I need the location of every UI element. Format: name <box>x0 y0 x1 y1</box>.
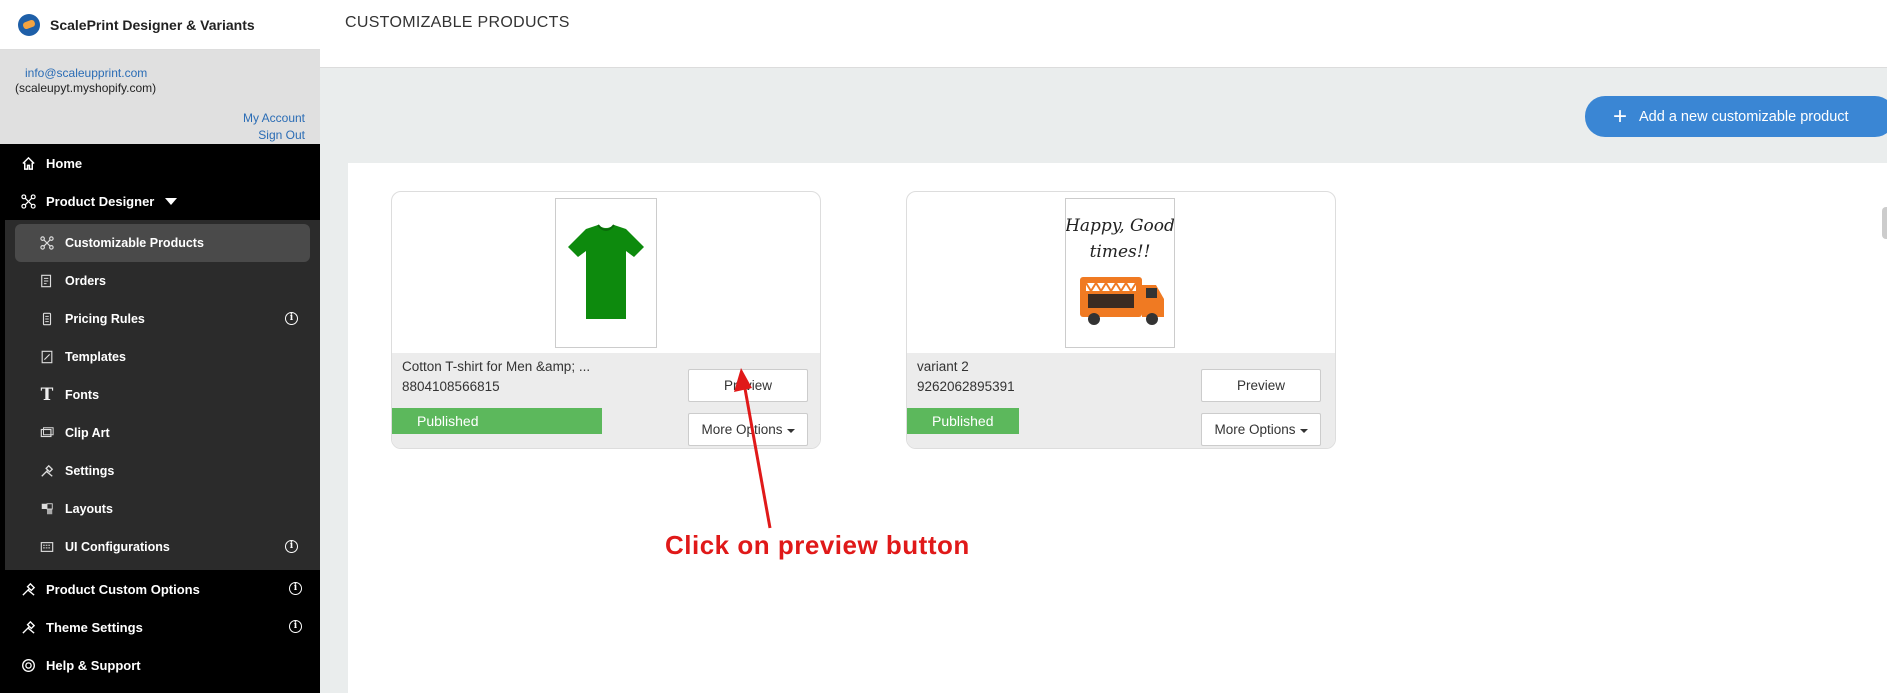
main-area: CUSTOMIZABLE PRODUCTS + Add a new custom… <box>320 0 1887 693</box>
tools-icon <box>20 581 36 597</box>
preview-button[interactable]: Preview <box>1201 369 1321 402</box>
caret-down-icon <box>786 428 795 433</box>
card-footer: Cotton T-shirt for Men &amp; ... 8804108… <box>392 353 820 448</box>
product-sku: 8804108566815 <box>402 379 500 394</box>
product-designer-submenu: Customizable Products Orders Pricing Rul… <box>5 220 320 570</box>
layouts-icon <box>39 501 55 517</box>
nav-item-theme-settings[interactable]: Theme Settings i <box>0 608 320 646</box>
nav-label: Product Designer <box>46 193 155 209</box>
add-customizable-product-button[interactable]: + Add a new customizable product <box>1585 96 1887 137</box>
tshirt-image <box>568 224 644 319</box>
tools-icon <box>20 619 36 635</box>
page-header: CUSTOMIZABLE PRODUCTS <box>320 0 1887 68</box>
sidebar-item-orders[interactable]: Orders <box>15 262 310 300</box>
product-thumbnail[interactable] <box>555 198 657 348</box>
image-text-line1: Happy, Good <box>1066 216 1174 236</box>
annotation-text: Click on preview button <box>665 530 970 560</box>
clip-art-icon <box>39 425 55 441</box>
products-panel: Cotton T-shirt for Men &amp; ... 8804108… <box>348 163 1887 693</box>
designer-icon <box>20 193 36 209</box>
sign-out-link[interactable]: Sign Out <box>258 128 305 142</box>
account-shop: (scaleupyt.myshopify.com) <box>15 81 157 95</box>
sidebar-item-clip-art[interactable]: Clip Art <box>15 414 310 452</box>
sidebar: ScalePrint Designer & Variants info@scal… <box>0 0 320 693</box>
sub-label: Templates <box>65 350 126 364</box>
templates-icon <box>39 349 55 365</box>
orders-icon <box>39 273 55 289</box>
sidebar-item-ui-configurations[interactable]: UI Configurations i <box>15 528 310 566</box>
product-thumbnail[interactable]: Happy, Good times!! <box>1064 198 1175 348</box>
nav-label: Product Custom Options <box>46 581 200 597</box>
tools-icon <box>39 463 55 479</box>
product-name: variant 2 <box>917 359 969 374</box>
nav-label: Home <box>46 155 83 171</box>
info-icon[interactable]: i <box>289 620 302 633</box>
more-options-button[interactable]: More Options <box>1201 413 1321 446</box>
ui-config-icon <box>39 539 55 555</box>
nav-label: Theme Settings <box>46 619 143 635</box>
sidebar-item-templates[interactable]: Templates <box>15 338 310 376</box>
image-text-line2: times!! <box>1090 242 1151 262</box>
caret-down-icon <box>1299 428 1308 433</box>
font-icon: T <box>40 385 54 405</box>
sidebar-item-pricing-rules[interactable]: Pricing Rules i <box>15 300 310 338</box>
sidebar-nav: Home Product Designer Customizable Produ… <box>0 144 320 684</box>
designer-icon <box>39 235 55 251</box>
product-sku: 9262062895391 <box>917 379 1015 394</box>
nav-item-product-designer[interactable]: Product Designer <box>0 182 320 220</box>
sub-label: Layouts <box>65 502 113 516</box>
sub-label: Pricing Rules <box>65 312 145 326</box>
nav-item-help-support[interactable]: Help & Support <box>0 646 320 684</box>
more-options-label: More Options <box>1214 422 1296 437</box>
nav-item-product-custom-options[interactable]: Product Custom Options i <box>0 570 320 608</box>
more-options-button[interactable]: More Options <box>688 413 808 446</box>
nav-item-home[interactable]: Home <box>0 144 320 182</box>
card-footer: variant 2 9262062895391 Published Previe… <box>907 353 1335 448</box>
product-card: Happy, Good times!! variant 2 9262062895… <box>906 191 1336 449</box>
scroll-handle[interactable] <box>1882 207 1887 239</box>
sub-label: Settings <box>65 464 115 478</box>
sidebar-item-layouts[interactable]: Layouts <box>15 490 310 528</box>
sidebar-item-fonts[interactable]: T Fonts <box>15 376 310 414</box>
add-button-label: Add a new customizable product <box>1639 108 1849 125</box>
sub-label: UI Configurations <box>65 540 170 554</box>
sidebar-item-settings[interactable]: Settings <box>15 452 310 490</box>
more-options-label: More Options <box>701 422 783 437</box>
lifebuoy-icon <box>20 657 36 673</box>
product-card: Cotton T-shirt for Men &amp; ... 8804108… <box>391 191 821 449</box>
page-title: CUSTOMIZABLE PRODUCTS <box>345 13 570 31</box>
status-badge: Published <box>392 408 602 434</box>
home-icon <box>20 155 36 171</box>
account-panel: info@scaleupprint.com (scaleupyt.myshopi… <box>0 50 320 144</box>
status-badge: Published <box>907 408 1019 434</box>
sub-label: Clip Art <box>65 426 110 440</box>
sub-label: Fonts <box>65 388 100 402</box>
pricing-icon <box>39 311 55 327</box>
brand-header: ScalePrint Designer & Variants <box>0 0 320 50</box>
chevron-down-icon[interactable] <box>165 198 177 205</box>
sub-label: Customizable Products <box>65 236 204 250</box>
info-icon[interactable]: i <box>289 582 302 595</box>
scaleprint-logo-icon <box>18 13 40 36</box>
preview-button[interactable]: Preview <box>688 369 808 402</box>
sidebar-item-customizable-products[interactable]: Customizable Products <box>15 224 310 262</box>
plus-icon: + <box>1613 102 1628 130</box>
food-truck-image: Happy, Good times!! <box>1064 216 1175 325</box>
nav-label: Help & Support <box>46 657 141 673</box>
sub-label: Orders <box>65 274 106 288</box>
info-icon[interactable]: i <box>285 312 298 325</box>
info-icon[interactable]: i <box>285 540 298 553</box>
account-email[interactable]: info@scaleupprint.com <box>25 66 147 80</box>
my-account-link[interactable]: My Account <box>243 111 305 125</box>
app-title: ScalePrint Designer & Variants <box>50 16 255 33</box>
product-name: Cotton T-shirt for Men &amp; ... <box>402 359 591 374</box>
